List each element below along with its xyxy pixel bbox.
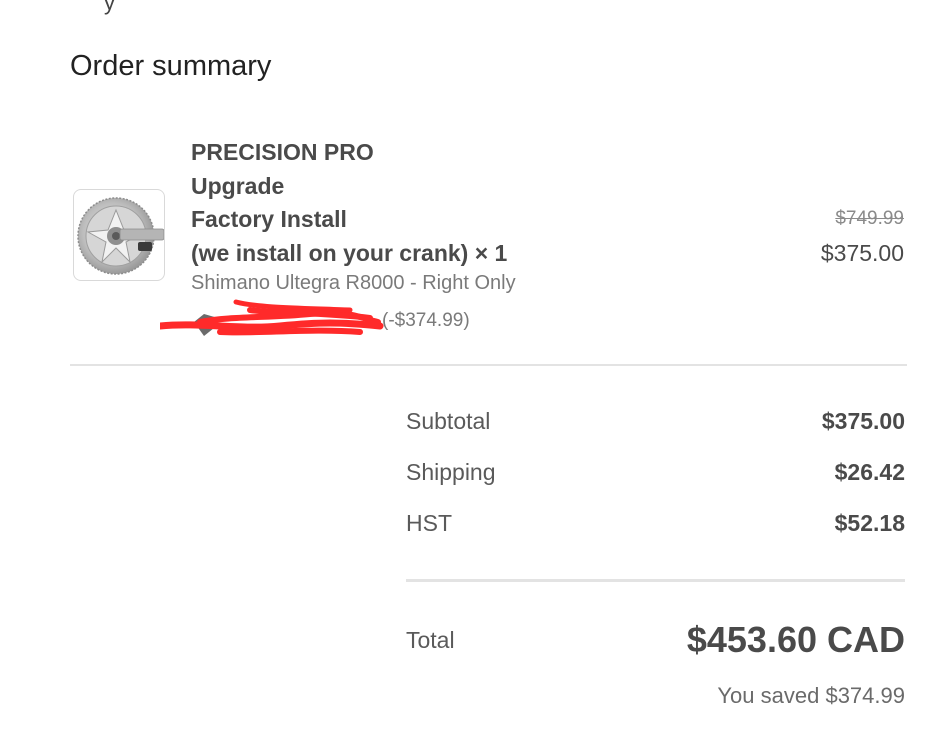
discount-amount: (-$374.99) xyxy=(382,310,470,331)
product-name-line-4: (we install on your crank) × 1 xyxy=(191,239,508,266)
order-summary-title: Order summary xyxy=(70,50,272,82)
item-price: $375.00 xyxy=(820,240,904,266)
product-name: PRECISION PRO Upgrade Factory Install (w… xyxy=(191,136,621,270)
discount-row: (-$374.99) xyxy=(160,296,490,342)
product-thumbnail xyxy=(73,189,165,281)
totals-divider xyxy=(406,579,905,582)
subtotal-label: Subtotal xyxy=(406,408,491,434)
product-name-line-1: PRECISION PRO xyxy=(191,139,374,165)
clipped-text-fragment: y xyxy=(104,0,115,15)
redaction-scribble xyxy=(160,299,384,336)
total-label: Total xyxy=(406,627,455,653)
original-price: $749.99 xyxy=(835,208,904,229)
chainring-crankset-icon xyxy=(77,197,164,275)
shipping-value: $26.42 xyxy=(834,459,905,485)
tax-label: HST xyxy=(406,510,452,536)
order-summary-page: y Order summary PRECISION PRO Upgrade Fa… xyxy=(0,0,939,748)
product-name-line-3: Factory Install xyxy=(191,206,347,233)
section-divider xyxy=(70,364,907,366)
total-value: $453.60 CAD xyxy=(686,619,905,660)
product-variant: Shimano Ultegra R8000 - Right Only xyxy=(191,272,516,294)
subtotal-row: Subtotal $375.00 xyxy=(406,408,905,440)
tax-row: HST $52.18 xyxy=(406,510,905,542)
product-name-line-2: Upgrade xyxy=(191,172,285,199)
tax-value: $52.18 xyxy=(834,510,905,536)
savings-text: You saved $374.99 xyxy=(717,683,905,708)
shipping-row: Shipping $26.42 xyxy=(406,459,905,491)
subtotal-value: $375.00 xyxy=(821,408,905,434)
shipping-label: Shipping xyxy=(406,459,496,485)
